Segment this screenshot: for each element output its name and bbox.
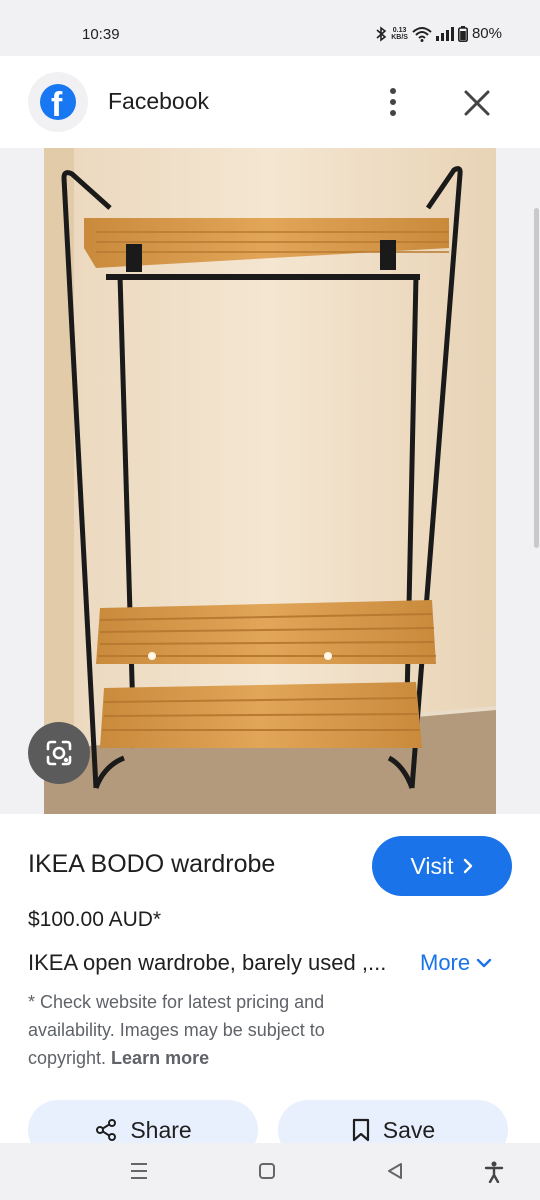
visit-button[interactable]: Visit [372, 836, 512, 896]
speed-value: 0.13 [392, 26, 407, 34]
close-icon[interactable] [460, 86, 494, 120]
signal-icon [435, 26, 454, 41]
product-description: IKEA open wardrobe, barely used ,... [28, 950, 387, 975]
more-button[interactable]: More [420, 950, 492, 976]
wifi-icon [412, 26, 432, 42]
disclaimer: * Check website for latest pricing and a… [28, 988, 398, 1072]
status-bar: 10:39 0.13 KB/S 80% [0, 0, 540, 56]
status-icons: 0.13 KB/S 80% [375, 25, 502, 42]
site-name[interactable]: Facebook [108, 88, 209, 115]
accessibility-icon[interactable] [484, 1161, 504, 1183]
product-photo[interactable] [44, 148, 496, 814]
battery-icon [457, 25, 468, 42]
site-favicon: f [28, 72, 88, 132]
facebook-logo-letter: f [51, 86, 63, 120]
share-icon [96, 1119, 117, 1141]
dot [390, 99, 396, 105]
bluetooth-icon [376, 25, 387, 42]
facebook-logo-icon: f [40, 84, 76, 120]
scrollbar[interactable] [534, 208, 539, 548]
visit-label: Visit [410, 852, 454, 879]
recents-icon[interactable] [130, 1161, 148, 1181]
product-price: $100.00 AUD* [28, 908, 162, 931]
google-lens-button[interactable] [28, 722, 90, 784]
battery-level: 80% [471, 25, 502, 42]
image-preview[interactable] [0, 148, 540, 814]
save-label: Save [382, 1116, 436, 1143]
back-icon[interactable] [386, 1161, 404, 1181]
chevron-right-icon [463, 858, 472, 874]
speed-unit: KB/S [391, 33, 408, 41]
chevron-down-icon [476, 958, 492, 968]
dot [390, 88, 396, 94]
bookmark-icon [352, 1118, 369, 1142]
product-title: IKEA BODO wardrobe [28, 850, 276, 878]
dot [390, 110, 396, 116]
source-header: f Facebook [0, 56, 540, 148]
more-label: More [420, 950, 471, 975]
lens-camera-icon [46, 740, 72, 766]
status-time: 10:39 [82, 26, 120, 43]
share-label: Share [130, 1116, 192, 1143]
home-icon[interactable] [258, 1161, 276, 1181]
more-options-button[interactable] [380, 84, 406, 120]
system-nav-bar [0, 1143, 540, 1200]
network-speed: 0.13 KB/S [391, 27, 408, 41]
learn-more-link[interactable]: Learn more [111, 1048, 209, 1068]
